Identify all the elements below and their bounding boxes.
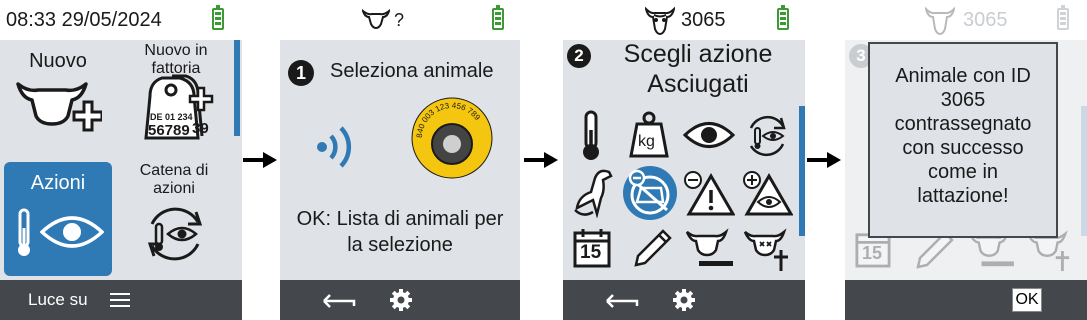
bottom-bar [280, 280, 520, 320]
gear-icon[interactable] [390, 289, 412, 311]
ok-button[interactable]: OK [1012, 288, 1042, 312]
battery-icon [212, 5, 224, 30]
back-arrow-icon[interactable] [322, 292, 356, 310]
status-bar: 08:33 29/05/2024 [0, 0, 242, 40]
rfid-signal-icon [316, 124, 358, 170]
battery-icon [492, 5, 504, 30]
calendar-day: 15 [862, 243, 883, 263]
observation-add-icon[interactable] [743, 170, 793, 216]
action-chain-icon[interactable] [743, 112, 791, 160]
warning-remove-icon[interactable] [683, 170, 735, 216]
arrow-right-icon [807, 150, 841, 170]
stork-birth-icon[interactable] [571, 168, 617, 218]
ok-hint: OK: Lista di animali per la selezione [296, 208, 504, 256]
weight-action-icon[interactable]: kg [627, 110, 671, 158]
scrollbar [1081, 106, 1087, 236]
status-bar: 3065 [563, 0, 805, 40]
cow-remove-icon[interactable] [685, 228, 735, 270]
tile-nuovo[interactable]: Nuovo [0, 40, 116, 160]
bottom-bar: Luce su [0, 280, 242, 320]
thermometer-icon [12, 208, 36, 258]
animal-id: 3065 [681, 9, 726, 31]
status-bar: 3065 [845, 0, 1087, 40]
tile-nuovo-label: Nuovo [29, 50, 87, 72]
tag-line-2: 56789 [148, 122, 190, 139]
action-grid: 2 Scegli azione Asciugati kg 15 [563, 40, 805, 280]
tile-catena-label: Catena di azioni [139, 162, 209, 197]
current-status: Asciugati [647, 70, 749, 98]
ear-tag-button-icon: 840 003 123 456 789 [410, 96, 494, 180]
tile-catena-di-azioni[interactable]: Catena di azioni [118, 162, 230, 276]
tile-azioni[interactable]: Azioni [4, 162, 112, 276]
time-date: 08:33 29/05/2024 [6, 9, 162, 31]
tile-nuovo-in-fattoria[interactable]: Nuovo in fattoria DE 01 234 56789 39 [118, 40, 230, 160]
success-message: Animale con ID 3065 contrassegnato con s… [894, 65, 1032, 207]
bottom-bar [563, 280, 805, 320]
step-2-badge: 2 [567, 44, 591, 68]
menu-grid: Nuovo Nuovo in fattoria DE 01 234 56789 [0, 40, 242, 280]
cow-deceased-icon[interactable] [743, 228, 793, 272]
cow-head-icon [360, 8, 392, 30]
back-arrow-icon[interactable] [605, 292, 639, 310]
choose-action-screen: 3065 2 Scegli azione Asciugati kg 15 [563, 0, 805, 320]
cow-face-icon [644, 5, 676, 36]
calendar-icon[interactable]: 15 [573, 228, 611, 268]
weight-unit: kg [638, 133, 655, 150]
scrollbar[interactable] [234, 40, 240, 136]
light-on-button[interactable]: Luce su [28, 290, 88, 310]
scrollbar[interactable] [799, 106, 805, 236]
page-title: Scegli azione [623, 40, 773, 68]
arrow-right-icon [524, 150, 558, 170]
step-number: 3 [856, 46, 866, 65]
cow-face-icon [924, 5, 956, 36]
success-dialog: Animale con ID 3065 contrassegnato con s… [868, 42, 1058, 238]
arrow-right-icon [243, 150, 277, 170]
dry-off-action-icon[interactable] [623, 166, 677, 220]
page-title: Seleziona animale [330, 60, 494, 82]
animal-id: 3065 [963, 9, 1008, 31]
step-number: 2 [574, 46, 584, 65]
status-bar: ? [280, 0, 520, 40]
battery-icon [1057, 5, 1069, 30]
calendar-day: 15 [580, 242, 602, 263]
step-1-badge: 1 [288, 60, 314, 86]
cow-add-icon [14, 78, 102, 138]
select-animal-screen: ? 1 Seleziona animale 840 003 123 456 78… [280, 0, 520, 320]
unknown-animal-marker: ? [394, 10, 405, 30]
ear-tag-icon: DE 01 234 56789 39 [132, 72, 216, 144]
thermometer-action-icon[interactable] [571, 110, 611, 162]
step-number: 1 [295, 63, 306, 83]
action-chain-icon [140, 202, 210, 266]
eye-icon [39, 212, 105, 252]
eye-action-icon[interactable] [683, 118, 735, 152]
select-animal-content: 1 Seleziona animale 840 003 123 456 789 … [280, 40, 520, 280]
bottom-bar: OK [845, 280, 1087, 320]
tag-side-number: 39 [192, 120, 209, 137]
menu-icon[interactable] [110, 292, 130, 308]
tag-line-1: DE 01 234 [150, 112, 193, 122]
tile-azioni-label: Azioni [30, 172, 86, 194]
battery-icon [777, 5, 789, 30]
main-menu-screen: 08:33 29/05/2024 Nuovo Nuovo in fattoria [0, 0, 242, 320]
confirmation-screen: 3065 3 15 Animale con ID 3065 contrasseg… [845, 0, 1087, 320]
pencil-icon[interactable] [633, 228, 673, 268]
gear-icon[interactable] [673, 289, 695, 311]
